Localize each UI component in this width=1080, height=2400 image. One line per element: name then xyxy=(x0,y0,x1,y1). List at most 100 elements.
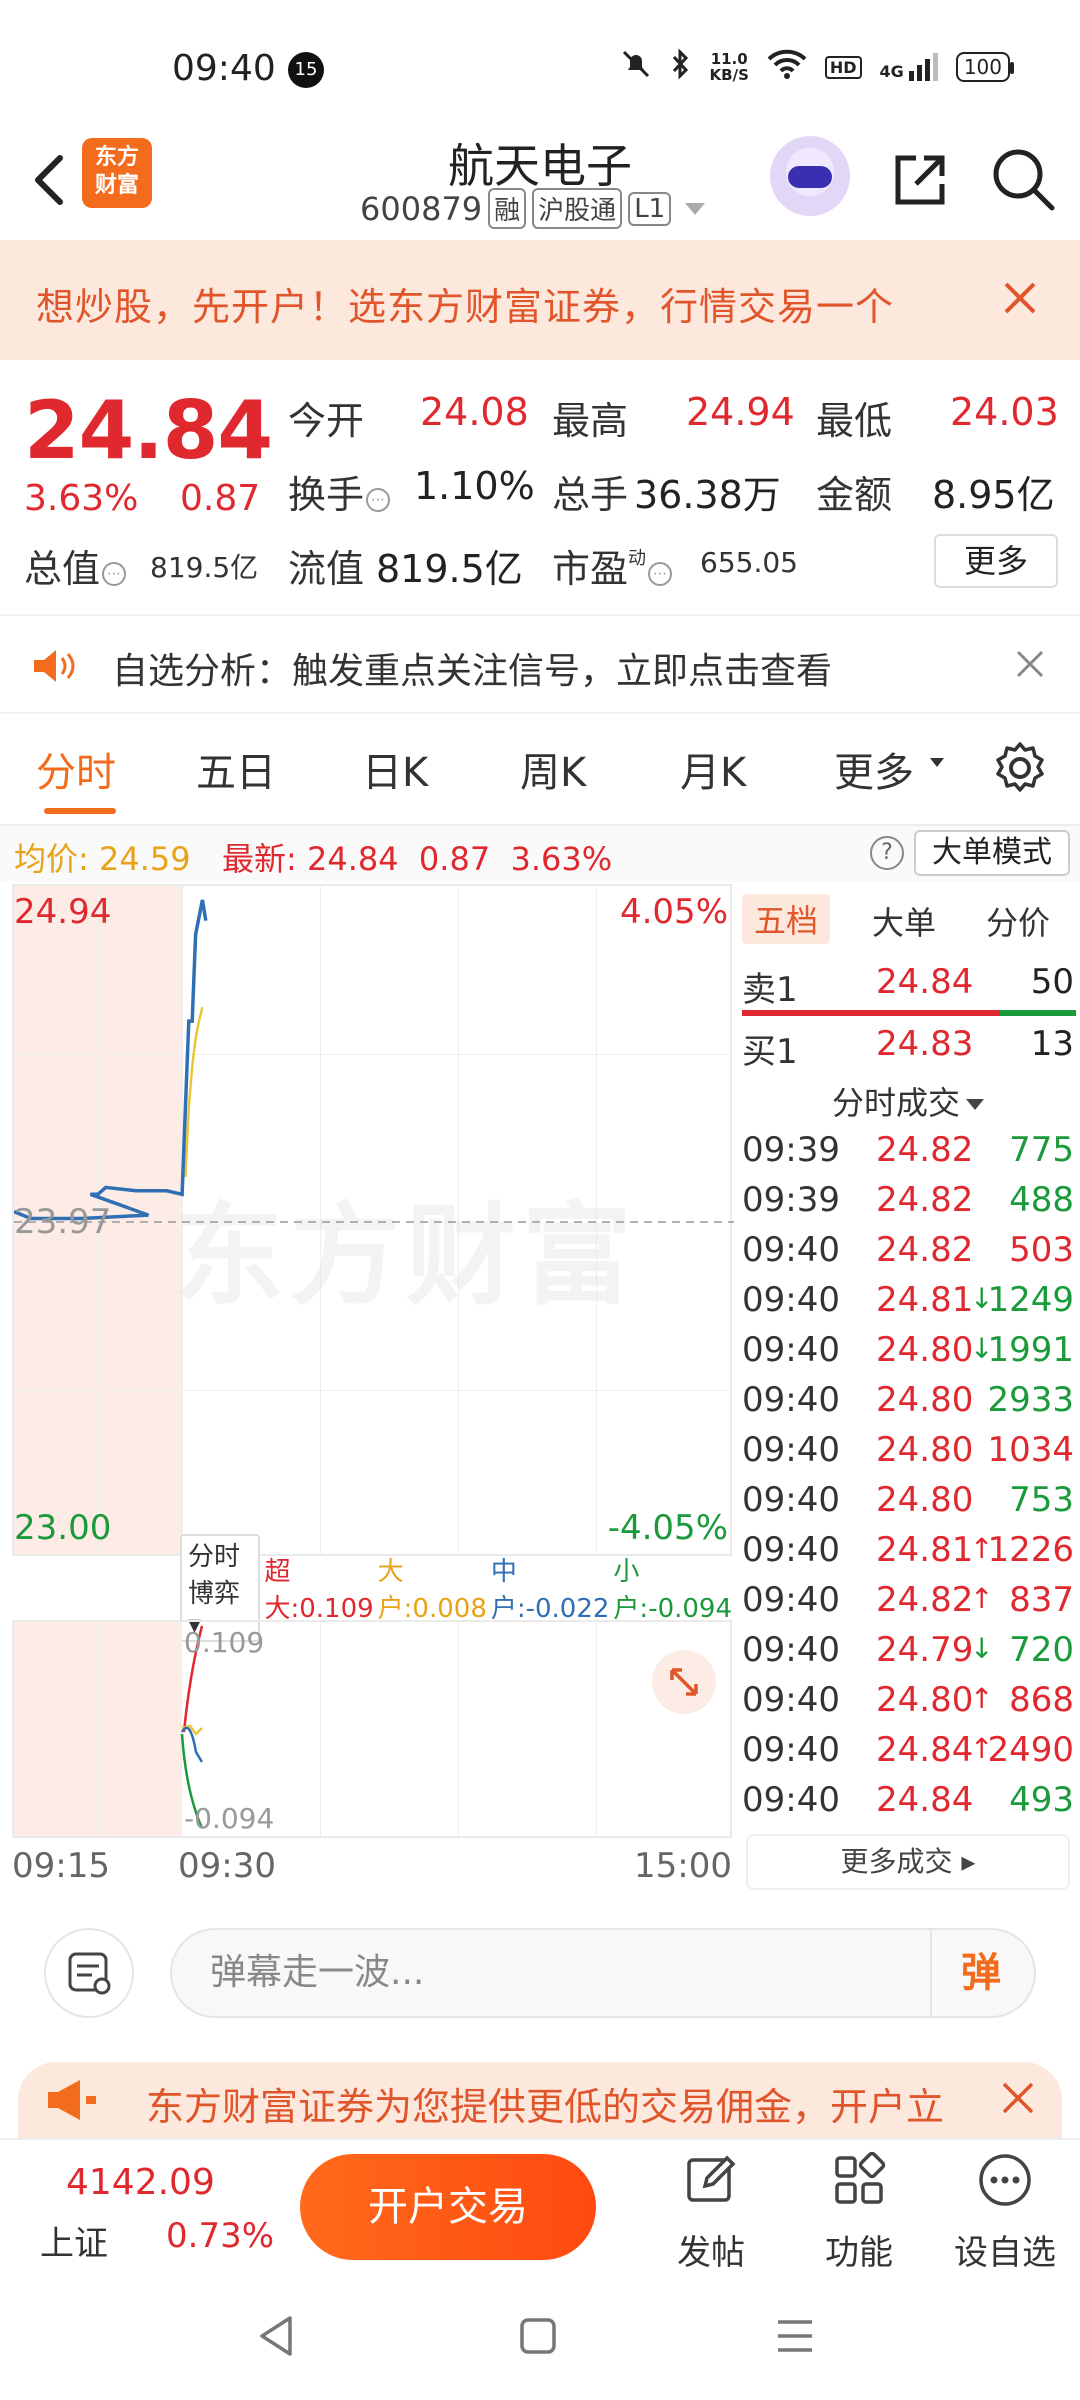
close-icon xyxy=(1016,650,1044,678)
tab-five-day[interactable]: 五日 xyxy=(196,740,276,798)
low-label: 最低 xyxy=(816,399,893,443)
tick-row: 09:40 24.80 1034 xyxy=(742,1430,1074,1470)
order-book-tabs: 五档 大单 分价 xyxy=(736,892,1080,952)
tick-row: 09:39 24.82 488 xyxy=(742,1180,1074,1220)
tick-row: 09:39 24.82 775 xyxy=(742,1130,1074,1170)
promo-text: 想炒股，先开户！选东方财富证券，行情交易一个 xyxy=(36,285,895,329)
system-nav-bar xyxy=(0,2278,1080,2400)
more-ticks-button[interactable]: 更多成交 ▸ xyxy=(746,1834,1070,1890)
mid-flow: 中户:-0.022 xyxy=(490,1557,610,1624)
commission-promo-banner[interactable]: 东方财富证券为您提供更低的交易佣金，开户立 xyxy=(18,2062,1062,2138)
status-bar: 09:40 15 11.0 KB/S HD 4G 100 xyxy=(0,0,1080,130)
promo-close-button[interactable] xyxy=(996,274,1044,322)
time-open-label: 09:30 xyxy=(178,1846,276,1886)
more-dots-icon xyxy=(979,2154,1031,2206)
info-icon[interactable]: ⋯ xyxy=(366,488,391,512)
commission-promo-close-button[interactable] xyxy=(998,2078,1038,2118)
pe-value: 655.05 xyxy=(700,546,798,579)
info-icon[interactable]: ⋯ xyxy=(102,562,127,586)
tab-big-orders[interactable]: 大单 xyxy=(872,898,936,944)
tab-intraday[interactable]: 分时 xyxy=(36,740,116,798)
chart-settings-button[interactable] xyxy=(990,738,1050,798)
commission-promo-text: 东方财富证券为您提供更低的交易佣金，开户立 xyxy=(146,2085,945,2129)
nav-back-icon[interactable] xyxy=(256,2314,296,2358)
stock-code: 600879 xyxy=(360,189,483,228)
tab-daily-k[interactable]: 日K xyxy=(362,740,428,798)
ai-assistant-button[interactable] xyxy=(770,136,850,216)
megaphone-icon xyxy=(48,2080,96,2120)
tick-row: 09:40 24.79 ↓ 720 xyxy=(742,1630,1074,1670)
order-book-panel: 五档 大单 分价 卖1 24.84 50 买1 24.83 13 分时成交 09… xyxy=(736,884,1080,1890)
status-time: 09:40 xyxy=(172,48,276,89)
analysis-close-button[interactable] xyxy=(1010,644,1050,684)
search-button[interactable] xyxy=(990,146,1056,212)
info-icon[interactable]: ⋯ xyxy=(648,562,673,586)
more-quote-button[interactable]: 更多 xyxy=(934,534,1058,588)
ticks-header[interactable]: 分时成交 xyxy=(736,1078,1080,1124)
analysis-text: 自选分析：触发重点关注信号，立即点击查看 xyxy=(112,651,833,692)
bid-row: 买1 24.83 13 xyxy=(742,1024,1074,1072)
nav-menu-icon[interactable] xyxy=(774,2316,816,2356)
post-button[interactable]: 发帖 xyxy=(656,2150,766,2274)
tick-row: 09:40 24.82 ↑ 837 xyxy=(742,1580,1074,1620)
bluetooth-icon xyxy=(670,48,692,86)
close-icon xyxy=(1002,2082,1034,2114)
turnover-value: 1.10% xyxy=(414,464,535,508)
y-min-label: 23.00 xyxy=(14,1508,112,1548)
hd-indicator: HD xyxy=(824,55,862,79)
index-change: 0.73% xyxy=(166,2216,275,2256)
open-account-trade-button[interactable]: 开户交易 xyxy=(300,2154,596,2260)
speaker-icon xyxy=(30,646,78,690)
tab-price-volume[interactable]: 分价 xyxy=(986,898,1050,944)
tick-row: 09:40 24.84 493 xyxy=(742,1780,1074,1820)
low-value: 24.03 xyxy=(950,390,1059,434)
connect-tag: 沪股通 xyxy=(532,188,623,229)
intraday-chart[interactable]: 东方财富 24.94 23.97 23.00 4.05% -4.05% xyxy=(12,884,734,1556)
small-flow: 小户:-0.094 xyxy=(613,1557,733,1624)
gear-icon xyxy=(996,742,1044,792)
chart-tabs: 分时 五日 日K 周K 月K 更多 xyxy=(0,726,1080,826)
mktcap-label: 总值 ⋯ xyxy=(24,538,127,593)
comment-bar: 弹幕走一波... 弹 xyxy=(0,1900,1080,2040)
super-flow: 超大:0.109 xyxy=(264,1557,374,1624)
share-button[interactable] xyxy=(888,148,952,212)
change-percent: 3.63% xyxy=(24,478,139,519)
app-header: 东方 财富 航天电子 600879 融 沪股通 L1 xyxy=(0,130,1080,240)
expand-button[interactable] xyxy=(652,1650,716,1714)
tab-weekly-k[interactable]: 周K xyxy=(520,740,586,798)
flow-max-label: 0.109 xyxy=(184,1626,265,1659)
last-price: 24.84 xyxy=(24,384,273,477)
level-tag: L1 xyxy=(628,191,672,226)
tab-level-five[interactable]: 五档 xyxy=(742,894,831,944)
tab-more[interactable]: 更多 xyxy=(834,740,914,798)
add-watchlist-button[interactable]: 设自选 xyxy=(950,2150,1060,2274)
capital-flow-chart[interactable]: 0.109 -0.094 xyxy=(12,1620,732,1838)
amount-label: 金额 xyxy=(816,473,893,517)
big-order-mode-button[interactable]: 大单模式 xyxy=(914,830,1070,876)
bottom-toolbar: 4142.09 上证 0.73% 开户交易 发帖 功能 设自选 xyxy=(0,2138,1080,2278)
tab-monthly-k[interactable]: 月K xyxy=(680,740,746,798)
pe-label: 市盈动⋯ xyxy=(552,538,673,593)
amount-value: 8.95亿 xyxy=(932,473,1055,517)
index-value: 4142.09 xyxy=(66,2162,215,2203)
high-value: 24.94 xyxy=(686,390,795,434)
tick-row: 09:40 24.82 503 xyxy=(742,1230,1074,1270)
tick-row: 09:40 24.80 ↑ 868 xyxy=(742,1680,1074,1720)
open-label: 今开 xyxy=(288,399,365,443)
volume-value: 36.38万 xyxy=(634,473,781,517)
y-max-label: 24.94 xyxy=(14,892,112,932)
danmu-input[interactable]: 弹幕走一波... xyxy=(170,1928,1036,2018)
stock-subtitle[interactable]: 600879 融 沪股通 L1 xyxy=(360,188,706,229)
chevron-down-icon xyxy=(685,202,706,215)
watchlist-analysis-bar[interactable]: 自选分析：触发重点关注信号，立即点击查看 xyxy=(0,614,1080,714)
functions-button[interactable]: 功能 xyxy=(804,2150,914,2274)
float-value: 819.5亿 xyxy=(376,547,523,591)
battery-indicator: 100 xyxy=(955,52,1015,82)
nav-home-icon[interactable] xyxy=(518,2316,558,2356)
margin-tag: 融 xyxy=(488,188,527,229)
notes-button[interactable] xyxy=(44,1928,134,2018)
help-icon[interactable]: ? xyxy=(870,836,904,870)
account-promo-banner[interactable]: 想炒股，先开户！选东方财富证券，行情交易一个 xyxy=(0,240,1080,360)
danmu-button[interactable]: 弹 xyxy=(930,1930,1030,2016)
pct-max-label: 4.05% xyxy=(619,892,728,932)
